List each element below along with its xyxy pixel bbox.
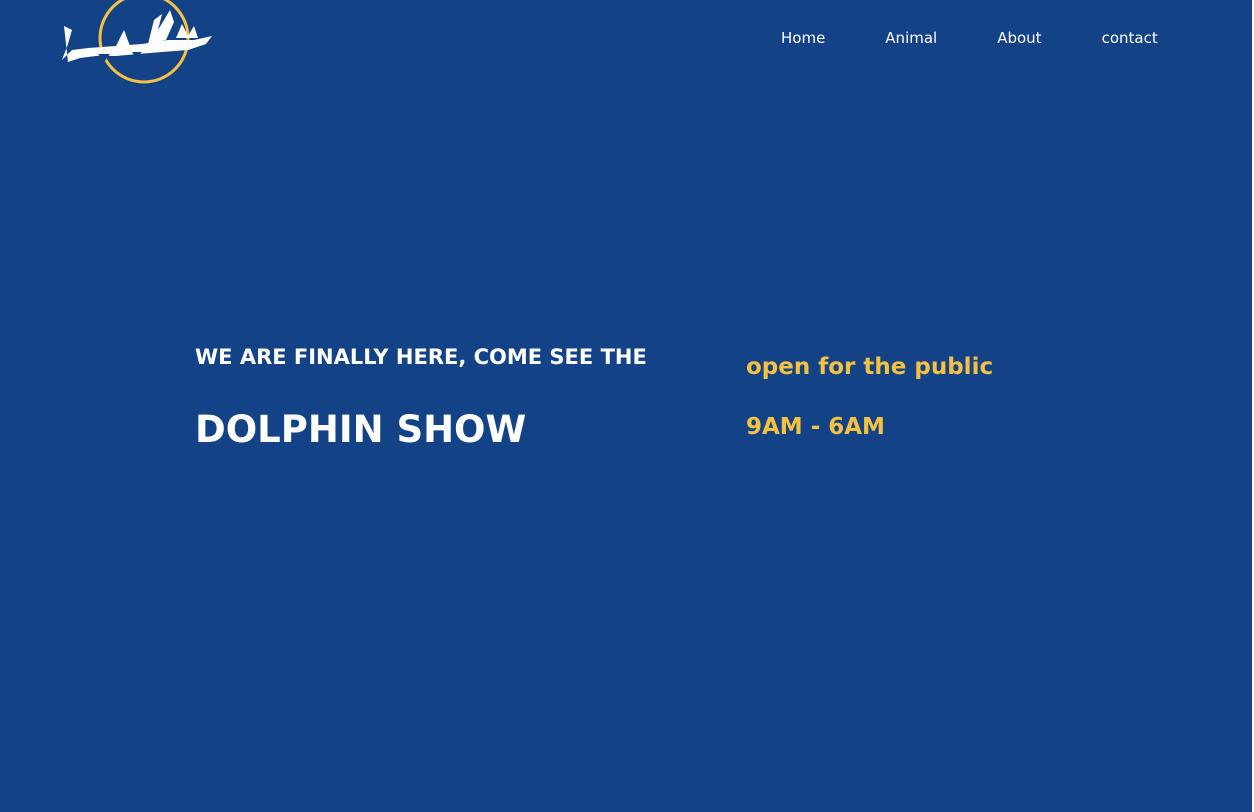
main-navigation: Home Animal About contact bbox=[781, 28, 1158, 48]
opening-hours: 9AM - 6AM bbox=[746, 414, 885, 440]
opening-info: open for the public 9AM - 6AM bbox=[746, 352, 994, 440]
hero-subtitle: WE ARE FINALLY HERE, COME SEE THE bbox=[195, 345, 647, 369]
open-status-text: open for the public bbox=[746, 354, 994, 380]
site-logo[interactable]: AQUARIUM bbox=[58, 0, 218, 90]
hero-title: DOLPHIN SHOW bbox=[195, 408, 527, 451]
nav-contact[interactable]: contact bbox=[1102, 28, 1158, 48]
nav-animal[interactable]: Animal bbox=[885, 28, 937, 48]
nav-home[interactable]: Home bbox=[781, 28, 825, 48]
hero-announcement: WE ARE FINALLY HERE, COME SEE THE DOLPHI… bbox=[195, 342, 647, 451]
nav-about[interactable]: About bbox=[997, 28, 1041, 48]
shark-logo-icon bbox=[62, 0, 212, 84]
